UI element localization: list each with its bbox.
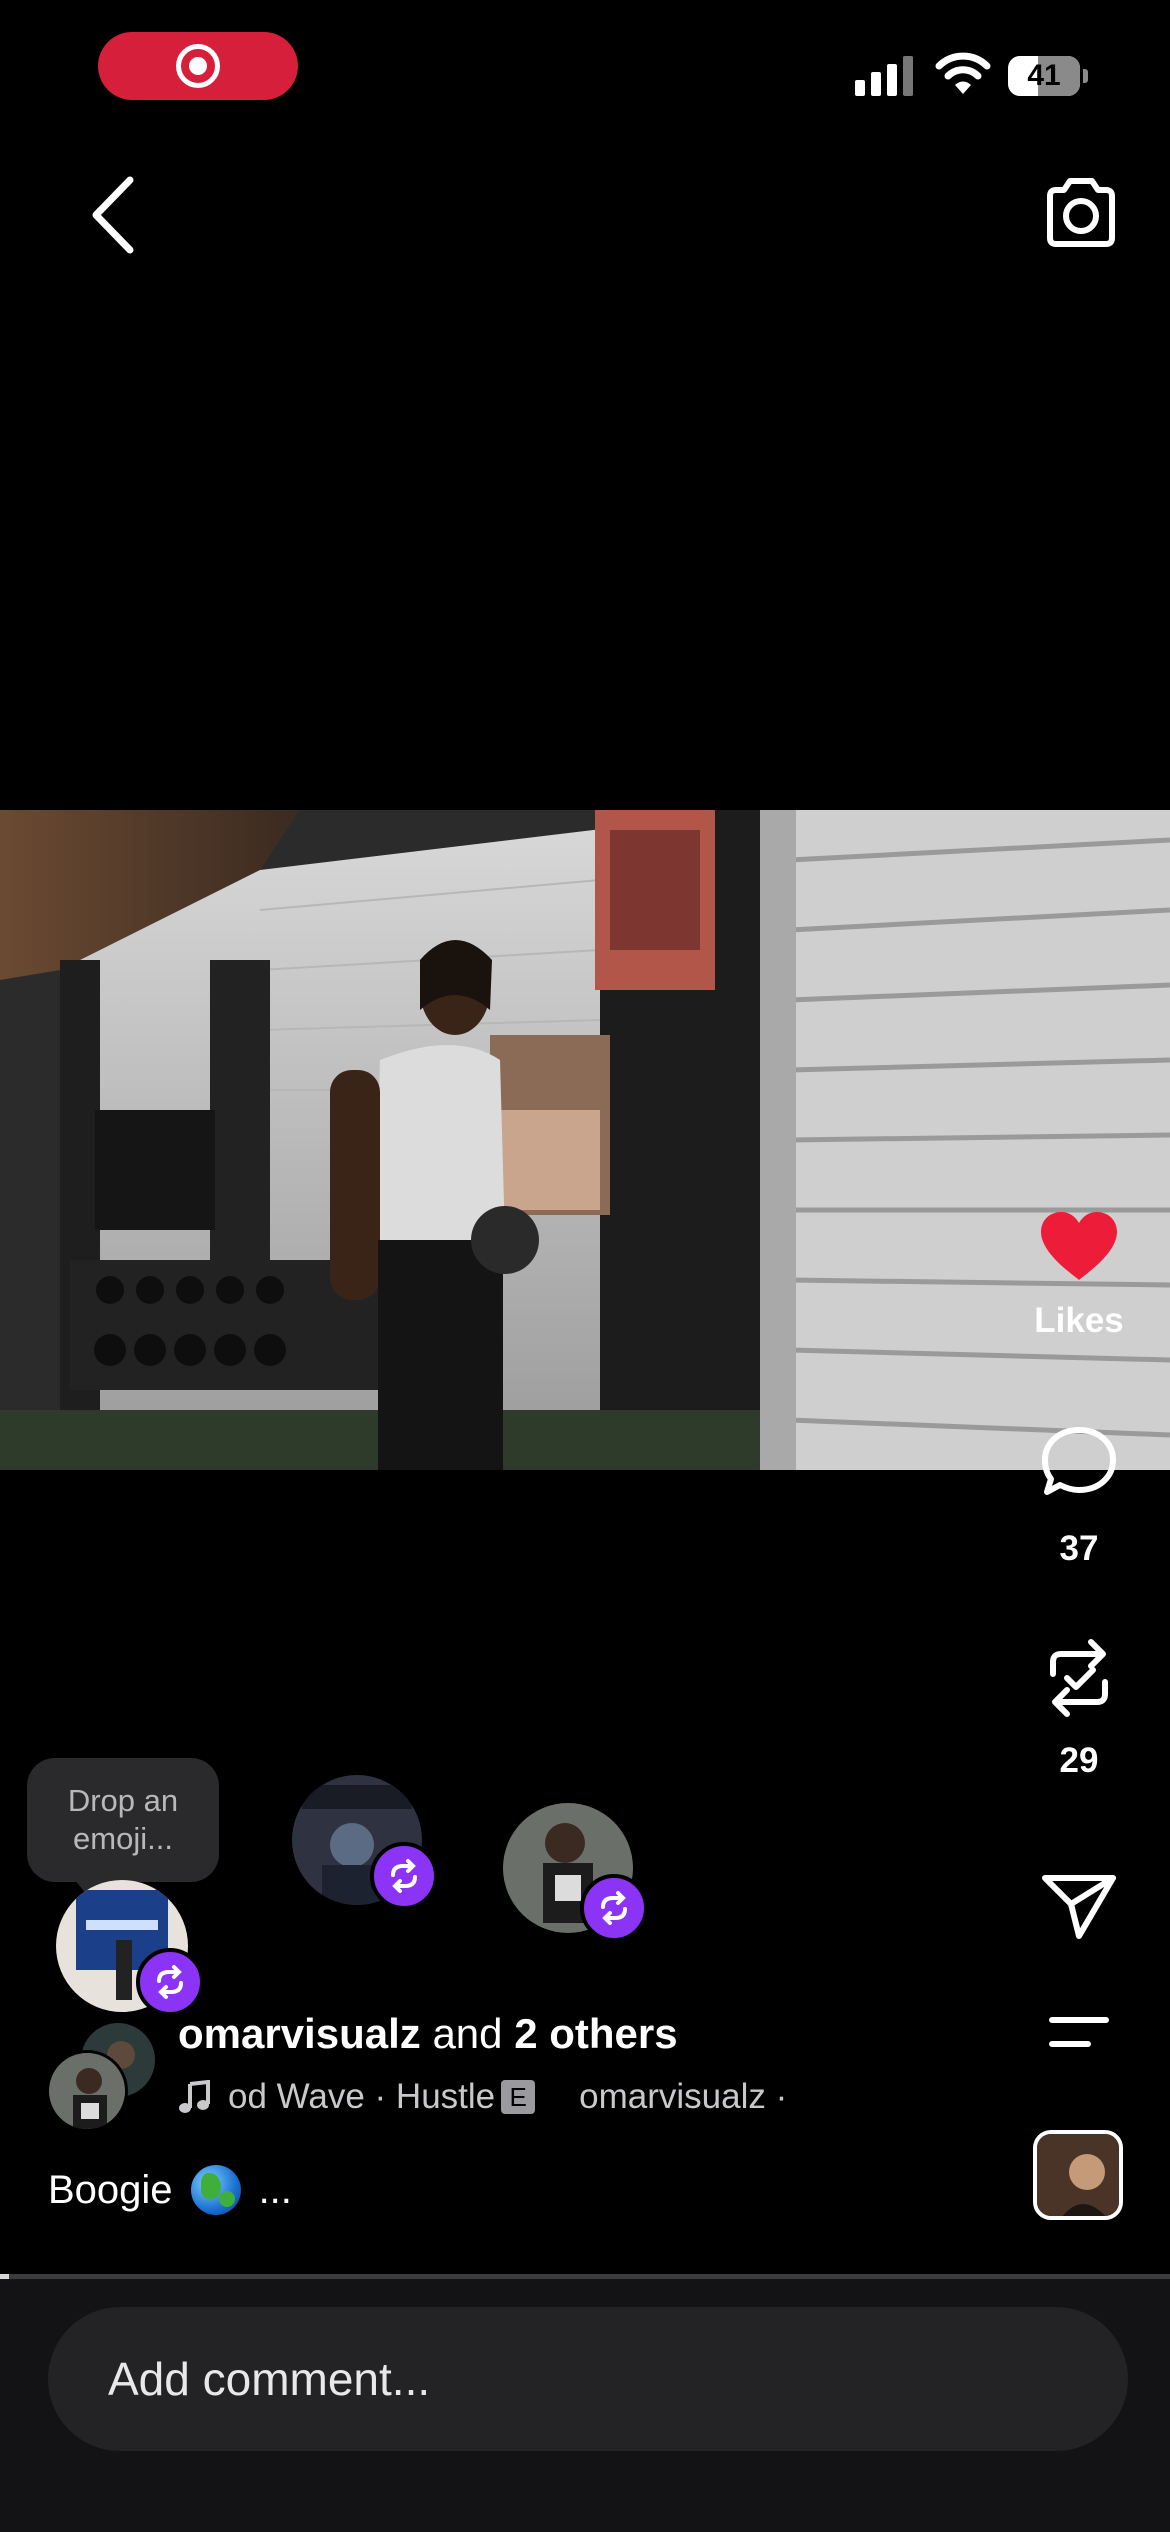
others-count[interactable]: 2 others bbox=[514, 2010, 677, 2057]
music-track: od Wave · Hustle bbox=[228, 2077, 496, 2116]
post-caption[interactable]: Boogie ... bbox=[48, 2165, 292, 2215]
cellular-signal-icon bbox=[855, 56, 913, 96]
author-username[interactable]: omarvisualz bbox=[178, 2010, 421, 2057]
share-button[interactable] bbox=[1020, 1872, 1138, 1947]
audio-thumbnail bbox=[1037, 2134, 1119, 2216]
back-button[interactable] bbox=[82, 172, 146, 258]
add-comment-input[interactable]: Add comment... bbox=[48, 2307, 1128, 2451]
music-note-icon bbox=[179, 2080, 210, 2113]
camera-button[interactable] bbox=[1040, 176, 1122, 250]
likes-label: Likes bbox=[1034, 1301, 1124, 1340]
music-artist: omarvisualz · bbox=[579, 2077, 788, 2116]
repost-icon bbox=[1050, 1639, 1108, 1717]
repost-icon bbox=[157, 1965, 183, 1999]
audio-thumbnail-button[interactable] bbox=[1033, 2130, 1123, 2220]
reposts-count: 29 bbox=[1059, 1741, 1099, 1780]
repost-icon bbox=[391, 1859, 417, 1893]
caption-text: Boogie bbox=[48, 2167, 173, 2212]
video-frame bbox=[0, 810, 1170, 1470]
menu-lines-icon bbox=[1049, 2017, 1109, 2047]
wifi-icon bbox=[935, 52, 991, 94]
explicit-badge: E bbox=[501, 2080, 536, 2114]
comment-button[interactable]: 37 bbox=[1020, 1424, 1138, 1569]
send-icon bbox=[1042, 1875, 1116, 1939]
record-icon bbox=[176, 44, 220, 88]
emoji-reaction-prompt[interactable]: Drop an emoji... bbox=[27, 1758, 219, 1900]
comment-icon bbox=[1042, 1427, 1116, 1495]
comments-count: 37 bbox=[1059, 1529, 1099, 1568]
music-ticker[interactable]: od Wave · Hustle E omarvisualz · bbox=[178, 2075, 833, 2119]
repost-icon bbox=[601, 1891, 627, 1925]
repost-button[interactable]: 29 bbox=[1020, 1636, 1138, 1781]
repost-badge bbox=[580, 1874, 648, 1942]
author-line[interactable]: omarvisualz and 2 others bbox=[178, 2010, 678, 2058]
screen-recording-indicator[interactable] bbox=[98, 32, 298, 100]
battery-indicator: 41 bbox=[1008, 56, 1088, 96]
caption-more[interactable]: ... bbox=[259, 2168, 292, 2213]
author-connector: and bbox=[432, 2010, 503, 2057]
repost-badge bbox=[136, 1948, 204, 2016]
comment-bar: Add comment... bbox=[0, 2279, 1170, 2532]
more-options-button[interactable] bbox=[1020, 2014, 1138, 2055]
like-button[interactable]: Likes bbox=[1020, 1208, 1138, 1341]
battery-level: 41 bbox=[1027, 59, 1061, 92]
globe-emoji-icon bbox=[190, 2165, 241, 2215]
video-player[interactable] bbox=[0, 810, 1170, 1470]
heart-icon bbox=[1041, 1212, 1117, 1280]
repost-badge bbox=[370, 1842, 438, 1910]
avatar-image bbox=[49, 2053, 125, 2129]
author-avatar[interactable] bbox=[46, 2050, 128, 2132]
